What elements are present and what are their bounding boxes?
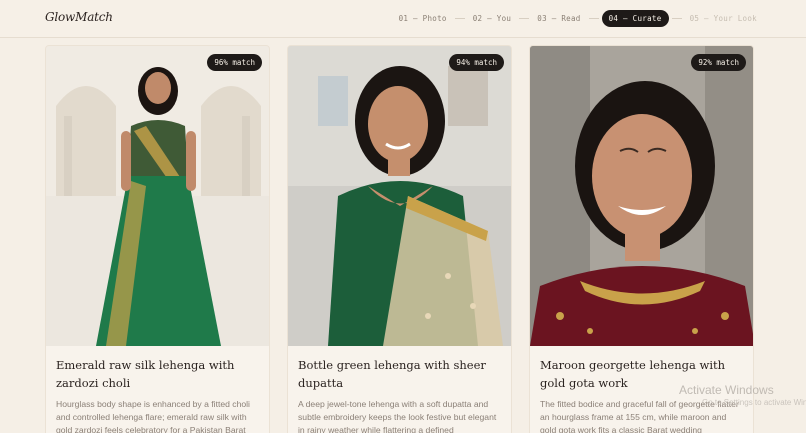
match-badge: 96% match bbox=[207, 54, 262, 71]
outfit-photo-maroon: 92% match bbox=[530, 46, 753, 346]
step-progress: 01 — Photo 02 — You 03 — Read 04 — Curat… bbox=[394, 10, 762, 27]
step-photo[interactable]: 01 — Photo bbox=[394, 14, 452, 23]
step-curate[interactable]: 04 — Curate bbox=[601, 10, 669, 27]
outfit-card-emerald[interactable]: 96% match Emerald raw silk lehenga with … bbox=[45, 45, 270, 433]
activate-windows-subtext: Go to Settings to activate Windows. bbox=[702, 398, 806, 407]
step-you[interactable]: 02 — You bbox=[468, 14, 517, 23]
step-your-look[interactable]: 05 — Your Look bbox=[685, 14, 762, 23]
top-bar: GlowMatch 01 — Photo 02 — You 03 — Read … bbox=[0, 0, 806, 38]
card-description: Hourglass body shape is enhanced by a fi… bbox=[56, 399, 250, 433]
card-title: Emerald raw silk lehenga with zardozi ch… bbox=[56, 358, 235, 390]
outfit-cards: 96% match Emerald raw silk lehenga with … bbox=[45, 45, 754, 433]
card-description: A deep jewel-tone lehenga with a soft du… bbox=[298, 399, 497, 433]
outfit-photo-emerald: 96% match bbox=[46, 46, 269, 346]
step-read[interactable]: 03 — Read bbox=[532, 14, 585, 23]
step-divider bbox=[588, 18, 599, 19]
step-divider bbox=[671, 18, 682, 19]
outfit-photo-bottle-green: 94% match bbox=[288, 46, 511, 346]
card-title: Bottle green lehenga with sheer dupatta bbox=[298, 358, 486, 390]
step-divider bbox=[454, 18, 465, 19]
outfit-card-maroon[interactable]: 92% match Maroon georgette lehenga with … bbox=[529, 45, 754, 433]
outfit-card-bottle-green[interactable]: 94% match Bottle green lehenga with shee… bbox=[287, 45, 512, 433]
brand-logo[interactable]: GlowMatch bbox=[45, 10, 113, 24]
activate-windows-watermark: Activate Windows bbox=[679, 383, 774, 397]
match-badge: 92% match bbox=[691, 54, 746, 71]
step-divider bbox=[519, 18, 530, 19]
match-badge: 94% match bbox=[449, 54, 504, 71]
